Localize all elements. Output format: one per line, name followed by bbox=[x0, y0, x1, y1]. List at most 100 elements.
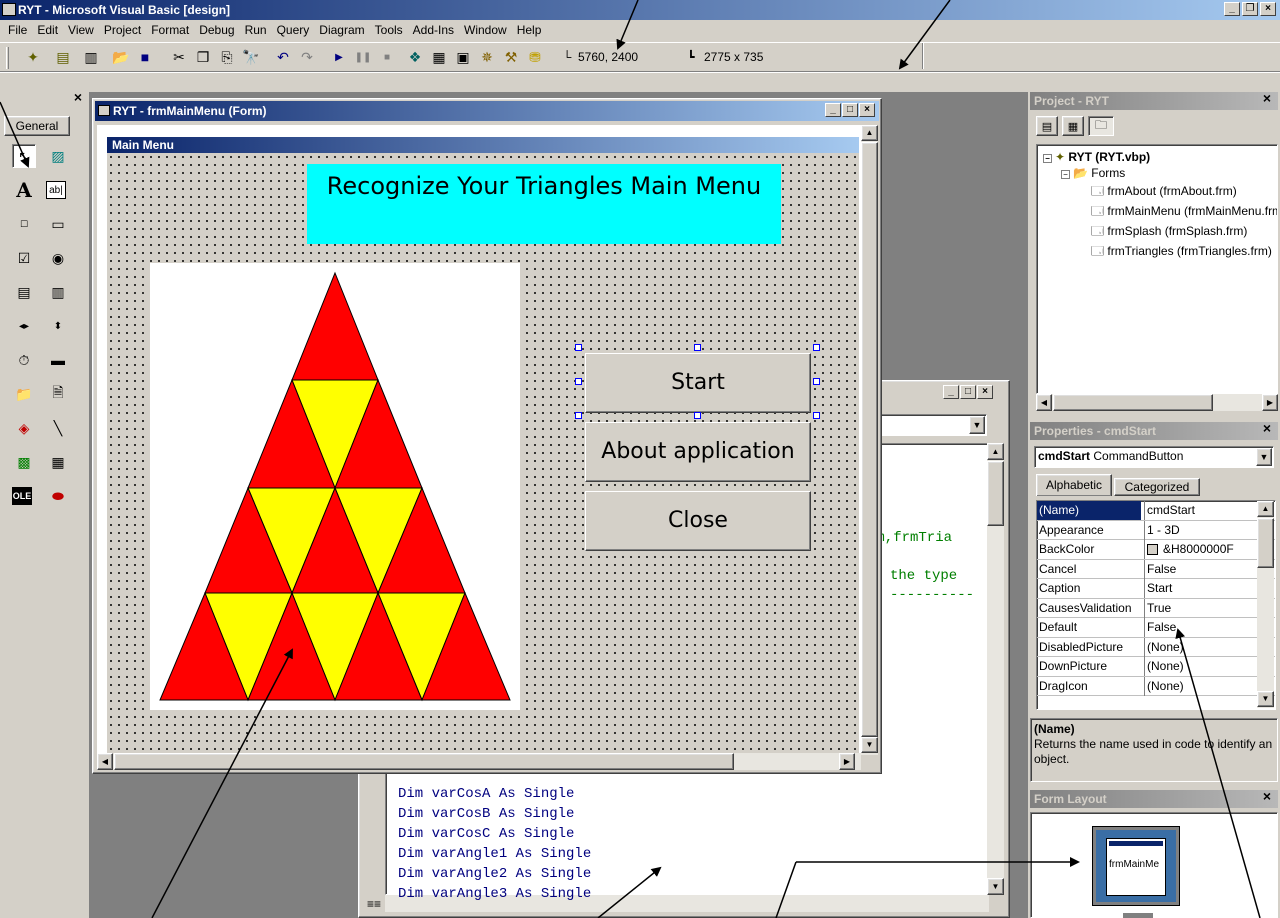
main-menu-heading[interactable]: Recognize Your Triangles Main Menu bbox=[307, 164, 781, 244]
textbox-tool-icon[interactable]: ab| bbox=[46, 181, 66, 199]
toggle-folders-icon[interactable]: 🗀 bbox=[1088, 116, 1114, 136]
procedure-dropdown-arrow[interactable]: ▼ bbox=[969, 416, 985, 434]
property-row-causesvalidation[interactable]: CausesValidation True bbox=[1037, 598, 1275, 618]
start-icon[interactable]: ▶ bbox=[328, 46, 350, 68]
property-row-cancel[interactable]: Cancel False bbox=[1037, 559, 1275, 579]
form-scroll-right-button[interactable]: ▶ bbox=[839, 753, 855, 770]
selection-handle[interactable] bbox=[694, 344, 701, 351]
form-scroll-down-button[interactable]: ▼ bbox=[861, 737, 878, 753]
view-object-icon[interactable]: ▦ bbox=[1062, 116, 1084, 136]
property-scroll-thumb[interactable] bbox=[1257, 518, 1274, 568]
toolbox-icon[interactable]: ⚒ bbox=[500, 46, 522, 68]
menu-tools[interactable]: Tools bbox=[370, 20, 408, 40]
listbox-tool-icon[interactable]: ▥ bbox=[46, 280, 70, 304]
project-hscrollbar[interactable]: ◀ ▶ bbox=[1036, 394, 1278, 411]
properties-close-button[interactable]: × bbox=[1259, 422, 1275, 437]
menu-editor-icon[interactable]: ▥ bbox=[80, 46, 102, 68]
property-row-dragicon[interactable]: DragIcon (None) bbox=[1037, 676, 1275, 696]
shape-tool-icon[interactable]: ◈ bbox=[12, 416, 36, 440]
code-window-close-button[interactable]: × bbox=[977, 385, 993, 399]
form-window-minimize-button[interactable]: _ bbox=[825, 103, 841, 117]
code-scroll-up-button[interactable]: ▲ bbox=[987, 443, 1004, 460]
tree-form-item[interactable]: 🗔 frmAbout (frmAbout.frm) bbox=[1091, 183, 1237, 199]
tree-form-item[interactable]: 🗔 frmTriangles (frmTriangles.frm) bbox=[1091, 243, 1272, 259]
procedure-dropdown[interactable]: ▼ bbox=[879, 414, 987, 436]
object-selector[interactable]: cmdStart CommandButton ▼ bbox=[1034, 446, 1274, 468]
redo-icon[interactable]: ↷ bbox=[296, 46, 318, 68]
code-scroll-down-button[interactable]: ▼ bbox=[987, 878, 1004, 895]
save-project-icon[interactable]: ■ bbox=[134, 46, 156, 68]
property-value[interactable]: Start bbox=[1147, 579, 1247, 598]
about-application-button[interactable]: About application bbox=[585, 422, 811, 482]
toolbox-close-button[interactable]: × bbox=[71, 90, 85, 105]
project-hscroll-thumb[interactable] bbox=[1053, 394, 1213, 411]
start-button[interactable]: Start bbox=[585, 353, 811, 413]
view-code-icon[interactable]: ▤ bbox=[1036, 116, 1058, 136]
drivelistbox-tool-icon[interactable]: ▬ bbox=[46, 348, 70, 372]
expand-icon[interactable]: − bbox=[1043, 154, 1052, 163]
find-icon[interactable]: 🔭 bbox=[240, 46, 262, 68]
view-toggle-icon[interactable]: ≡≡ bbox=[367, 897, 381, 911]
property-value[interactable]: &H8000000F bbox=[1163, 542, 1234, 556]
form-hscrollbar[interactable]: ◀ ▶ bbox=[97, 753, 861, 770]
picturebox-tool-icon[interactable]: ▨ bbox=[46, 144, 70, 168]
line-tool-icon[interactable]: ╲ bbox=[46, 416, 70, 440]
selection-handle[interactable] bbox=[813, 378, 820, 385]
copy-icon[interactable]: ❐ bbox=[192, 46, 214, 68]
project-explorer-close-button[interactable]: × bbox=[1259, 92, 1275, 107]
property-value[interactable]: (None) bbox=[1147, 638, 1247, 657]
tree-forms-folder[interactable]: − 📂 Forms bbox=[1061, 165, 1125, 181]
vscrollbar-tool-icon[interactable]: ⬍ bbox=[46, 314, 70, 338]
project-scroll-right-button[interactable]: ▶ bbox=[1262, 394, 1278, 411]
property-value[interactable]: (None) bbox=[1147, 657, 1247, 676]
menu-help[interactable]: Help bbox=[512, 20, 547, 40]
lips-tool-icon[interactable]: ⬬ bbox=[46, 484, 70, 508]
property-value[interactable]: False bbox=[1147, 618, 1247, 637]
form-vscrollbar[interactable]: ▲ ▼ bbox=[861, 125, 878, 755]
dirlistbox-tool-icon[interactable]: 📁 bbox=[12, 382, 36, 406]
selection-handle[interactable] bbox=[813, 344, 820, 351]
tab-categorized[interactable]: Categorized bbox=[1114, 478, 1200, 496]
close-button[interactable]: × bbox=[1260, 2, 1276, 16]
timer-tool-icon[interactable]: ⏱ bbox=[12, 348, 36, 372]
toolbox-tab-general[interactable]: General bbox=[4, 116, 70, 136]
tree-form-item[interactable]: 🗔 frmSplash (frmSplash.frm) bbox=[1091, 223, 1247, 239]
paste-icon[interactable]: ⎘ bbox=[216, 46, 238, 68]
label-tool-icon[interactable]: A bbox=[12, 178, 36, 202]
object-selector-arrow[interactable]: ▼ bbox=[1256, 448, 1272, 466]
ole-tool-icon[interactable]: OLE bbox=[12, 487, 32, 505]
form-window-maximize-button[interactable]: □ bbox=[842, 103, 858, 117]
form-hscroll-thumb[interactable] bbox=[114, 753, 734, 770]
restore-button[interactable]: ❐ bbox=[1242, 2, 1258, 16]
form-preview[interactable]: frmMainMe bbox=[1106, 838, 1166, 896]
expand-icon[interactable]: − bbox=[1061, 170, 1070, 179]
cut-icon[interactable]: ✂ bbox=[168, 46, 190, 68]
property-value[interactable]: True bbox=[1147, 599, 1247, 618]
selection-handle[interactable] bbox=[694, 412, 701, 419]
selection-handle[interactable] bbox=[813, 412, 820, 419]
form-window-close-button[interactable]: × bbox=[859, 103, 875, 117]
selection-handle[interactable] bbox=[575, 344, 582, 351]
menu-file[interactable]: File bbox=[3, 20, 32, 40]
menu-addins[interactable]: Add-Ins bbox=[408, 20, 459, 40]
form-layout-icon[interactable]: ▣ bbox=[452, 46, 474, 68]
property-row-appearance[interactable]: Appearance 1 - 3D bbox=[1037, 520, 1275, 540]
project-scroll-left-button[interactable]: ◀ bbox=[1036, 394, 1052, 411]
code-vscrollbar[interactable]: ▲ ▼ bbox=[987, 443, 1004, 895]
combobox-tool-icon[interactable]: ▤ bbox=[12, 280, 36, 304]
object-browser-icon[interactable]: ✵ bbox=[476, 46, 498, 68]
project-explorer-icon[interactable]: ❖ bbox=[404, 46, 426, 68]
frame-tool-icon[interactable]: ☐ bbox=[12, 212, 36, 236]
tree-root[interactable]: − ✦ RYT (RYT.vbp) bbox=[1043, 149, 1150, 165]
property-scroll-down-button[interactable]: ▼ bbox=[1257, 691, 1274, 707]
property-row-downpicture[interactable]: DownPicture (None) bbox=[1037, 657, 1275, 677]
add-project-icon[interactable]: ✦ bbox=[22, 46, 44, 68]
menu-run[interactable]: Run bbox=[240, 20, 272, 40]
break-icon[interactable]: ❚❚ bbox=[352, 46, 374, 68]
property-row-caption[interactable]: Caption Start bbox=[1037, 579, 1275, 599]
menu-format[interactable]: Format bbox=[146, 20, 194, 40]
code-scroll-thumb[interactable] bbox=[987, 461, 1004, 526]
form-scroll-up-button[interactable]: ▲ bbox=[861, 125, 878, 141]
optionbutton-tool-icon[interactable]: ◉ bbox=[46, 246, 70, 270]
triangle-picture[interactable] bbox=[150, 263, 520, 710]
